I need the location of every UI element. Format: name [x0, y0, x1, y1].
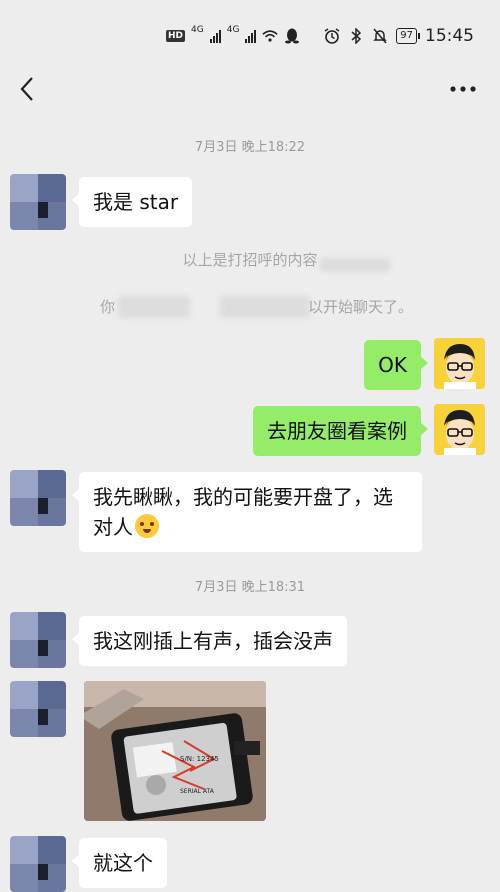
- hard-drive-photo: S/N: 12345 SERIAL ATA: [84, 681, 266, 821]
- message-bubble-in[interactable]: 我这刚插上有声，插会没声: [72, 616, 347, 666]
- status-bar: HD 4G 4G 97 15:45: [0, 0, 500, 72]
- message-bubble-out[interactable]: OK: [364, 340, 428, 390]
- avatar-contact[interactable]: [10, 836, 66, 892]
- more-dots-icon: [450, 86, 476, 92]
- message-bubble-in[interactable]: 我是 star: [71, 177, 193, 227]
- avatar-contact[interactable]: [10, 612, 66, 668]
- blur-mask: [320, 258, 390, 272]
- network-type-1: 4G: [191, 25, 204, 35]
- cartoon-face-icon: [434, 338, 485, 389]
- signal-1-icon: [209, 29, 221, 43]
- qq-icon: [284, 28, 300, 44]
- avatar-contact[interactable]: [10, 681, 66, 737]
- avatar-contact[interactable]: [10, 174, 66, 230]
- photo-message[interactable]: S/N: 12345 SERIAL ATA: [84, 681, 266, 821]
- avatar-self[interactable]: [434, 404, 485, 455]
- wifi-icon: [262, 28, 279, 44]
- timestamp: 7月3日 晚上18:22: [194, 140, 306, 155]
- back-button[interactable]: [10, 72, 44, 106]
- drive-label: SERIAL ATA: [180, 788, 215, 795]
- timestamp: 7月3日 晚上18:31: [194, 580, 306, 595]
- cartoon-face-icon: [434, 404, 485, 455]
- chevron-left-icon: [20, 77, 33, 101]
- message-bubble-out[interactable]: 去朋友圈看案例: [253, 406, 428, 456]
- signal-2-icon: [245, 29, 257, 43]
- more-button[interactable]: [446, 72, 480, 106]
- system-message: 以上是打招呼的内容: [182, 251, 318, 269]
- blur-mask: [118, 296, 190, 318]
- system-message-partial-right: 以开始聊天了。: [308, 298, 414, 316]
- status-left: HD 4G 4G: [166, 25, 300, 44]
- bluetooth-icon: [348, 28, 364, 44]
- drive-label: S/N: 12345: [180, 755, 219, 763]
- message-bubble-in[interactable]: 我先瞅瞅，我的可能要开盘了，选对人: [72, 472, 422, 552]
- message-bubble-in[interactable]: 就这个: [72, 838, 167, 888]
- avatar-contact[interactable]: [10, 470, 66, 526]
- battery-indicator: 97: [396, 28, 420, 44]
- chat-header: [0, 72, 500, 112]
- blur-mask: [220, 296, 310, 318]
- smile-emoji-icon: [135, 514, 159, 538]
- avatar-self[interactable]: [434, 338, 485, 389]
- network-type-2: 4G: [226, 25, 240, 35]
- hd-badge: HD: [166, 30, 186, 42]
- alarm-icon: [324, 28, 340, 44]
- status-right: 97 15:45: [324, 26, 474, 46]
- clock: 15:45: [425, 26, 474, 46]
- mute-bell-icon: [372, 28, 388, 44]
- system-message-partial-left: 你: [100, 298, 116, 316]
